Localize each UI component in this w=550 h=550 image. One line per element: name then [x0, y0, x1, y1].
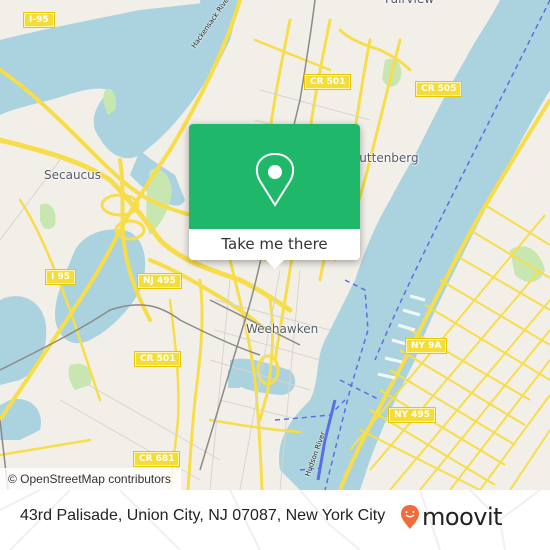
- location-popup: Take me there: [189, 124, 360, 269]
- route-shield-cr501-north: CR 501: [303, 74, 352, 90]
- route-shield-cr505: CR 505: [414, 81, 463, 97]
- route-shield-i95-north: I-95: [23, 12, 55, 28]
- place-label-guttenberg: Guttenberg: [350, 151, 419, 165]
- popup-header: [189, 124, 360, 229]
- lake: [55, 229, 146, 344]
- route-shield-nj495: NJ 495: [137, 273, 182, 289]
- map-pin-icon: [255, 153, 295, 207]
- popup-pointer: [266, 260, 284, 269]
- route-shield-ny495: NY 495: [388, 407, 436, 423]
- map-attribution[interactable]: © OpenStreetMap contributors: [0, 468, 181, 490]
- moovit-logo[interactable]: moovit: [400, 503, 503, 531]
- take-me-there-button[interactable]: Take me there: [189, 229, 360, 260]
- address-text: 43rd Palisade, Union City, NJ 07087, New…: [20, 507, 386, 524]
- footer: 43rd Palisade, Union City, NJ 07087, New…: [0, 490, 550, 550]
- moovit-wordmark: moovit: [422, 503, 503, 531]
- moovit-pin-icon: [401, 505, 419, 529]
- route-shield-i95: I 95: [44, 269, 77, 285]
- map[interactable]: Secaucus Weehawken Guttenberg Fairview H…: [0, 0, 550, 490]
- place-label-secaucus: Secaucus: [44, 168, 102, 182]
- route-shield-cr681: CR 681: [132, 451, 181, 467]
- place-label-fairview: Fairview: [385, 0, 434, 6]
- place-label-weehawken: Weehawken: [246, 322, 319, 336]
- route-shield-ny9a: NY 9A: [404, 338, 448, 354]
- route-shield-cr501-west: CR 501: [133, 351, 182, 367]
